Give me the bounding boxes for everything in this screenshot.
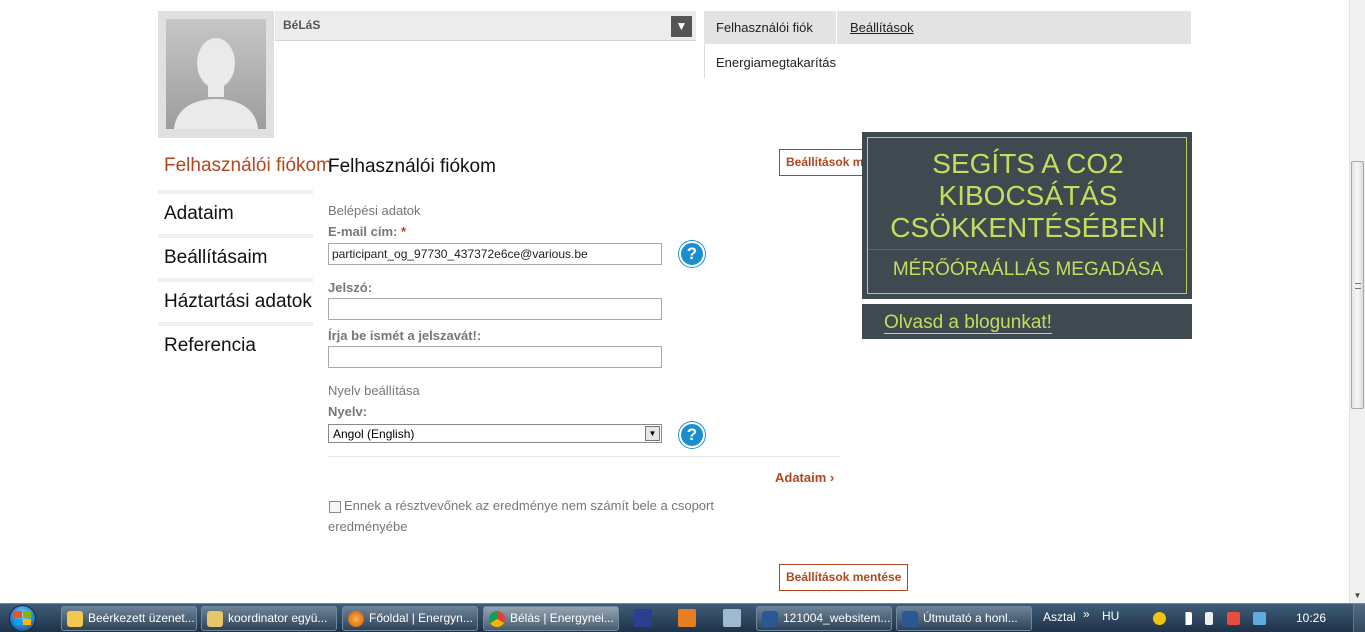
form-divider — [328, 456, 840, 457]
chevron-right-icon[interactable]: » — [1083, 607, 1090, 621]
scrollbar-thumb[interactable] — [1351, 161, 1364, 409]
chevron-down-icon[interactable]: ▼ — [645, 426, 660, 441]
tab-settings[interactable]: Beállítások — [850, 20, 914, 35]
scroll-down-icon[interactable]: ▼ — [1350, 588, 1365, 603]
tray-app-icon[interactable] — [1153, 612, 1166, 625]
taskbar-item-label: Bélás | Energynei... — [510, 611, 614, 625]
chrome-icon — [489, 611, 505, 627]
blog-link[interactable]: Olvasd a blogunkat! — [884, 312, 1052, 334]
save-disk-icon[interactable] — [634, 609, 652, 627]
sidebar-item-user-account[interactable]: Felhasználói fiókom — [158, 146, 332, 186]
next-my-data-link[interactable]: Adataim › — [775, 470, 834, 485]
tab-user-account[interactable]: Felhasználói fiók — [716, 20, 813, 35]
show-desktop-button[interactable] — [1353, 604, 1365, 632]
blog-banner: Olvasd a blogunkat! — [862, 304, 1192, 339]
save-settings-button[interactable]: Beállítások mentése — [779, 564, 909, 591]
taskbar-item-label: Beérkezett üzenet... — [88, 611, 195, 625]
taskbar-item-folder[interactable]: koordinator együ... — [201, 606, 337, 631]
subnav-divider — [704, 44, 705, 78]
email-label: E-mail cím: * — [328, 224, 406, 239]
taskbar-item-label: koordinator együ... — [228, 611, 328, 625]
sidebar-item-household-data[interactable]: Háztartási adatok — [158, 278, 313, 318]
page-title: Felhasználói fiókom — [328, 156, 496, 177]
sidebar-item-my-data[interactable]: Adataim — [158, 190, 313, 230]
required-marker: * — [400, 224, 407, 239]
help-icon[interactable]: ? — [679, 241, 705, 267]
banner-frame: SEGÍTS A CO2 KIBOCSÁTÁS CSÖKKENTÉSÉBEN! … — [867, 137, 1188, 294]
password-repeat-field[interactable] — [328, 346, 662, 368]
email-label-text: E-mail cím: — [328, 224, 398, 239]
nav-divider — [836, 11, 837, 44]
mail-icon — [67, 611, 83, 627]
taskbar-item-label: Főoldal | Energyn... — [369, 611, 473, 625]
language-indicator[interactable]: HU — [1102, 609, 1119, 623]
subnav-energy-saving[interactable]: Energiamegtakarítás — [716, 55, 836, 70]
vertical-scrollbar[interactable]: ▼ — [1349, 0, 1365, 603]
avatar[interactable] — [158, 11, 274, 138]
clock[interactable]: 10:26 — [1296, 611, 1326, 625]
banner-divider — [868, 249, 1188, 250]
folder-icon — [207, 611, 223, 627]
login-section-heading: Belépési adatok — [328, 203, 421, 218]
meter-reading-link[interactable]: MÉRŐÓRAÁLLÁS MEGADÁSA — [868, 259, 1188, 281]
avatar-placeholder — [166, 19, 266, 129]
volume-muted-icon[interactable] — [1227, 612, 1240, 625]
firefox-icon — [348, 611, 364, 627]
signal-icon[interactable] — [1179, 612, 1192, 625]
user-dropdown[interactable]: BéLáS ▼ — [275, 11, 696, 41]
language-select[interactable]: Angol (English) ▼ — [328, 424, 662, 443]
calculator-icon[interactable] — [723, 609, 741, 627]
windows-logo-icon — [14, 611, 31, 625]
taskbar-item-word-website[interactable]: 121004_websitem... — [756, 606, 892, 631]
start-button[interactable] — [3, 604, 45, 632]
password-label: Jelszó: — [328, 280, 373, 295]
exclude-from-group-label: Ennek a résztvevőnek az eredménye nem sz… — [328, 498, 714, 534]
email-field[interactable] — [328, 243, 662, 265]
language-label: Nyelv: — [328, 404, 368, 419]
taskbar-item-chrome[interactable]: Bélás | Energynei... — [483, 606, 619, 631]
taskbar-item-label: Útmutató a honl... — [923, 611, 1018, 625]
top-navigation: Felhasználói fiók Beállítások — [704, 11, 1191, 44]
taskbar-item-mail[interactable]: Beérkezett üzenet... — [61, 606, 197, 631]
sidebar-item-reference[interactable]: Referencia — [158, 322, 313, 362]
person-silhouette-icon — [174, 38, 258, 129]
grip-icon — [1355, 283, 1361, 289]
help-icon[interactable]: ? — [679, 422, 705, 448]
sidebar-item-my-settings[interactable]: Beállításaim — [158, 234, 313, 274]
network-icon[interactable] — [1253, 612, 1266, 625]
page: BéLáS ▼ Felhasználói fiók Beállítások En… — [0, 0, 1365, 632]
media-player-icon[interactable] — [678, 609, 696, 627]
taskbar: Beérkezett üzenet... koordinator együ...… — [0, 603, 1365, 632]
taskbar-item-label: 121004_websitem... — [783, 611, 891, 625]
word-icon — [902, 611, 918, 627]
word-icon — [762, 611, 778, 627]
language-selected-value: Angol (English) — [333, 427, 415, 441]
password-field[interactable] — [328, 298, 662, 320]
taskbar-item-firefox[interactable]: Főoldal | Energyn... — [342, 606, 478, 631]
password-repeat-label: Írja be ismét a jelszavát!: — [328, 328, 482, 343]
save-settings-button-top[interactable]: Beállítások mentése — [779, 149, 865, 176]
chevron-down-icon[interactable]: ▼ — [671, 16, 692, 37]
banner-title: SEGÍTS A CO2 KIBOCSÁTÁS CSÖKKENTÉSÉBEN! — [890, 148, 1166, 243]
taskbar-item-word-guide[interactable]: Útmutató a honl... — [896, 606, 1032, 631]
desktop-toolbar-label[interactable]: Asztal — [1043, 610, 1076, 624]
language-section-heading: Nyelv beállítása — [328, 383, 420, 398]
co2-banner[interactable]: SEGÍTS A CO2 KIBOCSÁTÁS CSÖKKENTÉSÉBEN! … — [862, 132, 1192, 299]
battery-icon[interactable] — [1205, 612, 1213, 625]
user-name: BéLáS — [283, 18, 321, 32]
